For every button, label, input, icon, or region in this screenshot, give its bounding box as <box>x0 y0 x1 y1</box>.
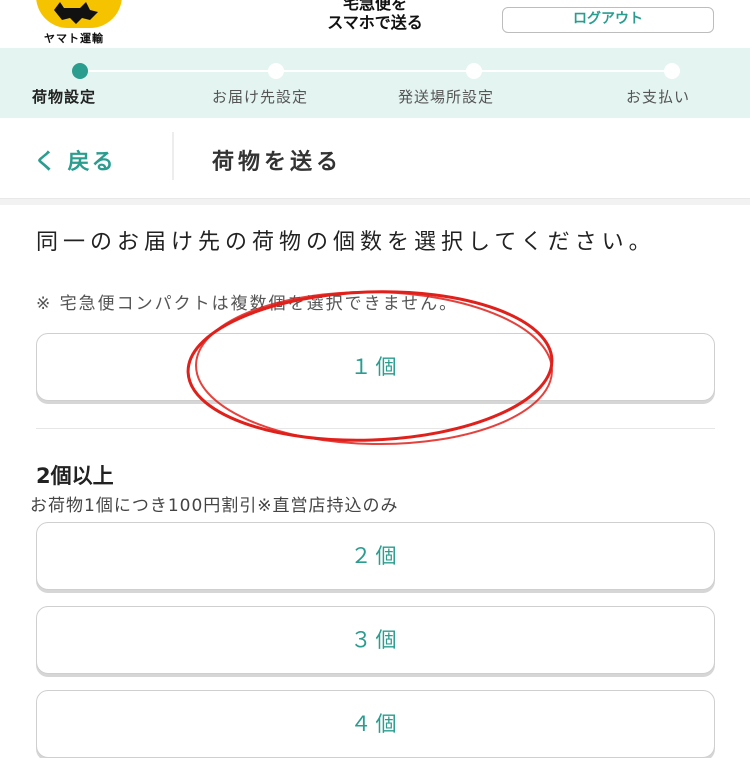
app-header: ヤマト運輸 宅急便を スマホで送る ログアウト <box>0 0 750 48</box>
black-cat-icon <box>36 0 122 28</box>
logout-button[interactable]: ログアウト <box>502 7 714 33</box>
back-button[interactable]: く 戻る <box>34 144 116 176</box>
content-divider <box>36 428 715 429</box>
step-label-shipping-place: 発送場所設定 <box>398 88 495 106</box>
step-label-payment: お支払い <box>626 88 691 106</box>
step-dot-destination <box>268 63 284 79</box>
quantity-1-button[interactable]: １個 <box>36 333 715 401</box>
compact-note: ※ 宅急便コンパクトは複数個を選択できません。 <box>36 294 459 314</box>
step-dot-shipping-place <box>466 63 482 79</box>
quantity-3-button[interactable]: ３個 <box>36 606 715 674</box>
step-label-parcel: 荷物設定 <box>32 88 97 106</box>
quantity-question: 同一のお届け先の荷物の個数を選択してください。 <box>36 230 656 255</box>
nav-divider <box>172 132 174 180</box>
quantity-2-button[interactable]: ２個 <box>36 522 715 590</box>
step-dot-parcel <box>72 63 88 79</box>
yamato-logo[interactable]: ヤマト運輸 <box>30 0 130 46</box>
page-title: 荷物を送る <box>212 150 343 175</box>
step-dot-payment <box>664 63 680 79</box>
stepper-line <box>80 70 672 72</box>
service-title-line1: 宅急便を <box>342 0 407 13</box>
discount-note: お荷物1個につき100円割引※直営店持込のみ <box>30 496 399 516</box>
logo-text: ヤマト運輸 <box>44 32 104 45</box>
section-separator <box>0 199 750 205</box>
step-label-destination: お届け先設定 <box>212 88 309 106</box>
nav-bar: く 戻る 荷物を送る <box>0 118 750 199</box>
quantity-4-button[interactable]: ４個 <box>36 690 715 758</box>
progress-stepper: 荷物設定 お届け先設定 発送場所設定 お支払い <box>0 48 750 118</box>
multi-heading: 2個以上 <box>36 464 114 488</box>
service-title-line2: スマホで送る <box>327 13 423 32</box>
service-title: 宅急便を スマホで送る <box>290 0 460 32</box>
